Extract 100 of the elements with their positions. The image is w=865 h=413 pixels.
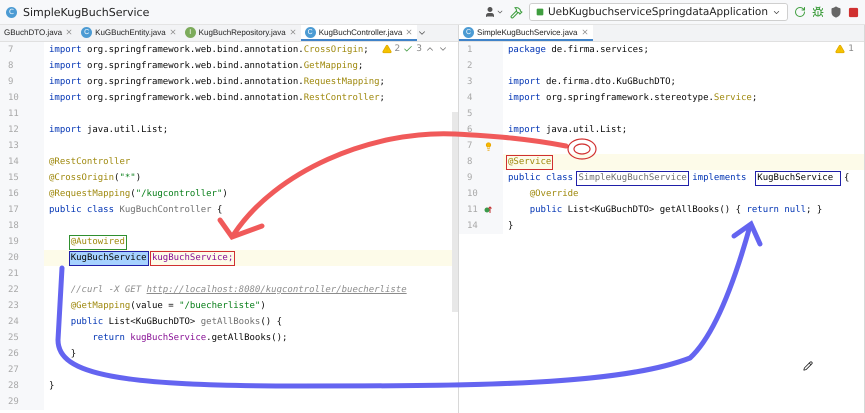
code-text: CrossOrigin xyxy=(304,45,364,55)
user-button[interactable] xyxy=(484,6,504,18)
close-icon[interactable] xyxy=(65,28,74,36)
code-text: GetMapping xyxy=(304,61,358,71)
line-number: 14 xyxy=(467,221,479,231)
window-title: SimpleKugBuchService xyxy=(23,6,150,18)
line-number: 8 xyxy=(8,61,14,71)
code-text: @CrossOrigin xyxy=(49,173,114,183)
check-icon xyxy=(403,44,414,54)
code-text: package xyxy=(508,45,547,55)
code-text: () { xyxy=(260,317,282,327)
code-text: "*" xyxy=(119,173,136,183)
code-text: ; xyxy=(380,93,385,103)
code-text: RequestMapping xyxy=(304,77,380,87)
code-text: ( xyxy=(114,173,120,183)
stop-button[interactable] xyxy=(848,6,859,18)
coverage-button[interactable] xyxy=(830,6,842,18)
code-text: @Override xyxy=(530,189,578,199)
warning-icon xyxy=(382,44,392,54)
code-text: ; xyxy=(358,61,364,71)
code-text: ) xyxy=(260,301,266,311)
code-text: @RestController xyxy=(49,157,130,167)
debug-button[interactable] xyxy=(812,6,824,18)
code-text: public class xyxy=(508,173,574,183)
code-text: @Autowired xyxy=(68,234,127,250)
line-number: 17 xyxy=(8,205,20,215)
line-number: 22 xyxy=(8,285,20,295)
line-number: 2 xyxy=(467,61,474,71)
code-text: //curl -X GET xyxy=(70,285,142,295)
line-number: 9 xyxy=(8,77,14,87)
code-text: org.springframework.stereotype. xyxy=(546,93,714,103)
code-text: } xyxy=(70,349,76,359)
code-text: ) xyxy=(222,189,228,199)
pencil-cursor-icon xyxy=(803,361,813,371)
line-number: 15 xyxy=(8,173,20,183)
line-number: 13 xyxy=(8,141,20,151)
line-number: 16 xyxy=(8,189,20,199)
line-number: 23 xyxy=(8,301,20,311)
code-text: org.springframework.web.bind.annotation. xyxy=(86,61,304,71)
editor-tab[interactable]: GBuchDTO.java xyxy=(0,25,78,41)
code-text: } xyxy=(49,381,54,391)
code-text: ( xyxy=(130,189,136,199)
code-text: public xyxy=(530,205,564,215)
line-number: 26 xyxy=(8,349,20,359)
code-text: @GetMapping xyxy=(70,301,130,311)
code-text: RestController xyxy=(304,93,380,103)
scrollbar[interactable] xyxy=(452,112,458,312)
code-text: public class xyxy=(49,205,116,215)
warning-icon xyxy=(835,44,846,54)
code-text: List<KuGBuchDTO> getAllBooks() { xyxy=(568,205,742,215)
code-text: @RequestMapping xyxy=(49,189,130,199)
code-text: org.springframework.web.bind.annotation. xyxy=(86,77,304,87)
code-text: KugBuchService xyxy=(755,170,841,186)
code-text: getAllBooks xyxy=(200,317,260,327)
close-icon[interactable] xyxy=(288,28,297,36)
line-number: 24 xyxy=(8,317,20,327)
code-text: ) xyxy=(136,173,142,183)
line-number: 19 xyxy=(8,237,20,247)
code-text: Service xyxy=(714,93,752,103)
line-number: 3 xyxy=(467,77,474,87)
line-number: 7 xyxy=(8,45,14,55)
code-text: ; } xyxy=(806,205,822,215)
code-text: return null xyxy=(746,205,806,215)
code-text: kugBuchService; xyxy=(150,250,236,266)
line-number: 4 xyxy=(467,93,474,103)
code-text: .getAllBooks(); xyxy=(206,333,288,343)
lightbulb-icon[interactable] xyxy=(484,142,493,150)
code-text: { xyxy=(844,173,850,183)
close-icon[interactable] xyxy=(168,28,177,36)
run-config-dropdown[interactable]: UebKugbuchserviceSpringdataApplication xyxy=(528,3,788,21)
caret-icon xyxy=(496,8,504,16)
line-number: 10 xyxy=(8,93,20,103)
line-number: 10 xyxy=(467,189,479,199)
inspection-count[interactable]: 3 xyxy=(416,44,422,54)
code-text: } xyxy=(508,221,514,231)
code-text: @Service xyxy=(506,154,554,170)
close-icon[interactable] xyxy=(580,28,588,36)
line-number: 11 xyxy=(8,109,20,119)
code-text: ; xyxy=(752,93,758,103)
close-icon[interactable] xyxy=(405,28,414,36)
rerun-button[interactable] xyxy=(794,6,806,18)
implements-icon[interactable] xyxy=(484,206,492,214)
code-text: import xyxy=(49,77,83,87)
line-number: 7 xyxy=(467,141,474,151)
code-text: import xyxy=(508,125,542,135)
code-text: ; xyxy=(363,45,369,55)
line-number: 6 xyxy=(467,125,474,135)
code-text: org.springframework.web.bind.annotation. xyxy=(86,45,304,55)
code-text: java.util.List; xyxy=(86,125,168,135)
code-text: kugBuchService xyxy=(130,333,206,343)
line-number: 25 xyxy=(8,333,20,343)
code-text: org.springframework.web.bind.annotation. xyxy=(86,93,304,103)
line-number: 21 xyxy=(8,269,20,279)
build-button[interactable] xyxy=(510,6,523,18)
inspection-count[interactable]: 2 xyxy=(394,44,400,54)
line-number: 29 xyxy=(8,397,20,407)
code-text: ; xyxy=(380,77,385,87)
code-text: List<KuGBuchDTO> xyxy=(108,317,196,327)
code-text: SimpleKugBuchService xyxy=(576,170,689,186)
code-text: return xyxy=(92,333,126,343)
